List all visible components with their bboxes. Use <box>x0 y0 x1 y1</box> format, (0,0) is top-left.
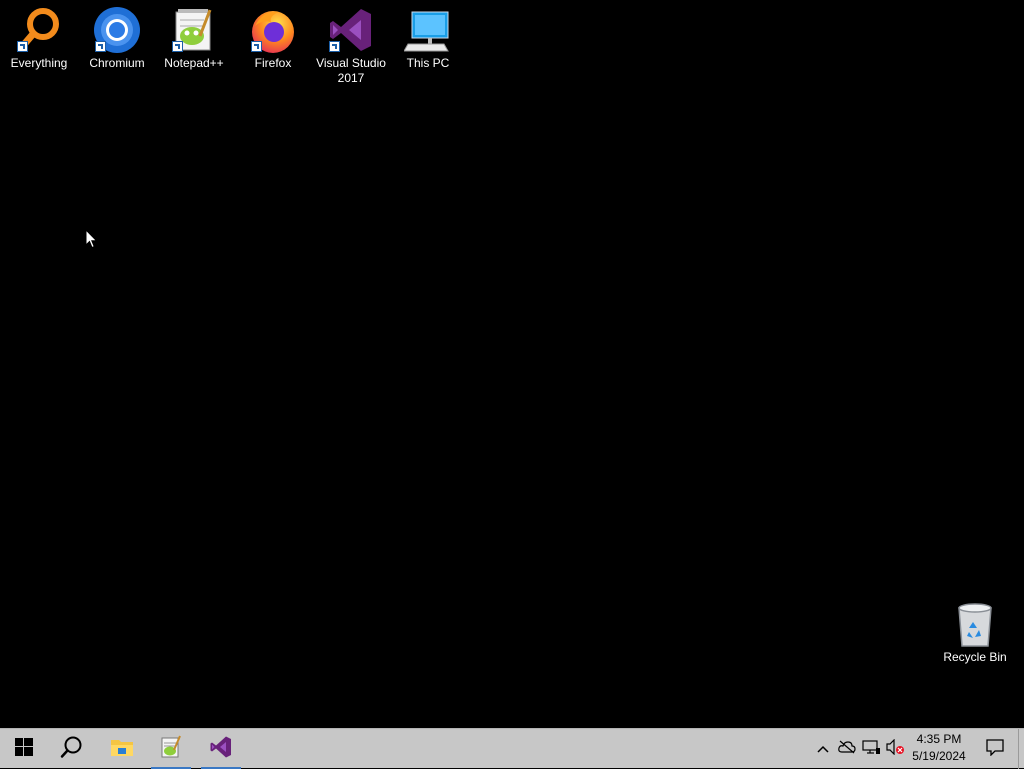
desktop-icon-label: Notepad++ <box>164 56 224 70</box>
notepad-plus-plus-icon <box>170 6 218 54</box>
visual-studio-icon <box>327 6 375 54</box>
tray-network[interactable] <box>860 729 882 769</box>
desktop-icon-everything[interactable]: Everything <box>1 0 77 71</box>
onedrive-offline-icon <box>838 740 856 759</box>
desktop-icon-firefox[interactable]: Firefox <box>235 0 311 71</box>
desktop-icon-visual-studio[interactable]: Visual Studio 2017 <box>313 0 389 86</box>
chevron-up-icon <box>817 740 829 758</box>
file-explorer-icon <box>110 736 134 763</box>
search-button[interactable] <box>48 729 96 769</box>
clock-time: 4:35 PM <box>916 732 962 746</box>
chromium-icon <box>93 6 141 54</box>
recycle-bin-icon <box>951 600 999 648</box>
firefox-icon <box>249 6 297 54</box>
tray-volume[interactable] <box>884 729 906 769</box>
notepad-plus-plus-icon <box>159 735 183 764</box>
notification-icon <box>985 738 1005 761</box>
taskbar-file-explorer[interactable] <box>98 729 146 769</box>
volume-muted-icon <box>885 738 905 760</box>
shortcut-arrow-icon <box>329 41 340 52</box>
desktop-icon-label: This PC <box>406 56 450 70</box>
desktop-icon-label: Visual Studio 2017 <box>316 56 386 85</box>
taskbar: 4:35 PM 5/19/2024 <box>0 728 1024 769</box>
taskbar-notepad-plus-plus[interactable] <box>147 729 195 769</box>
everything-search-icon <box>15 6 63 54</box>
desktop-icon-label: Everything <box>10 56 68 70</box>
clock-date: 5/19/2024 <box>912 749 966 763</box>
desktop[interactable]: Everything Chromium Notepad++ Firefox Vi… <box>0 0 1024 728</box>
desktop-icon-label: Chromium <box>89 56 145 70</box>
windows-start-icon <box>15 737 33 761</box>
shortcut-arrow-icon <box>95 41 106 52</box>
mouse-cursor-icon <box>85 228 98 254</box>
desktop-icon-this-pc[interactable]: This PC <box>390 0 466 71</box>
network-icon <box>862 739 880 760</box>
desktop-icon-recycle-bin[interactable]: Recycle Bin <box>937 594 1013 665</box>
taskbar-visual-studio[interactable] <box>197 729 245 769</box>
shortcut-arrow-icon <box>251 41 262 52</box>
taskbar-clock[interactable]: 4:35 PM 5/19/2024 <box>904 731 974 765</box>
desktop-icon-label: Recycle Bin <box>943 650 1007 664</box>
search-icon <box>60 735 84 764</box>
tray-onedrive[interactable] <box>836 729 858 769</box>
action-center-button[interactable] <box>980 729 1010 769</box>
show-desktop-button[interactable] <box>1018 729 1024 769</box>
shortcut-arrow-icon <box>172 41 183 52</box>
desktop-icon-notepad-plus-plus[interactable]: Notepad++ <box>156 0 232 71</box>
desktop-icon-chromium[interactable]: Chromium <box>79 0 155 71</box>
shortcut-arrow-icon <box>17 41 28 52</box>
start-button[interactable] <box>0 729 48 769</box>
show-hidden-icons-button[interactable] <box>812 729 834 769</box>
visual-studio-icon <box>209 735 233 764</box>
computer-icon <box>403 6 452 54</box>
desktop-icon-label: Firefox <box>254 56 292 70</box>
